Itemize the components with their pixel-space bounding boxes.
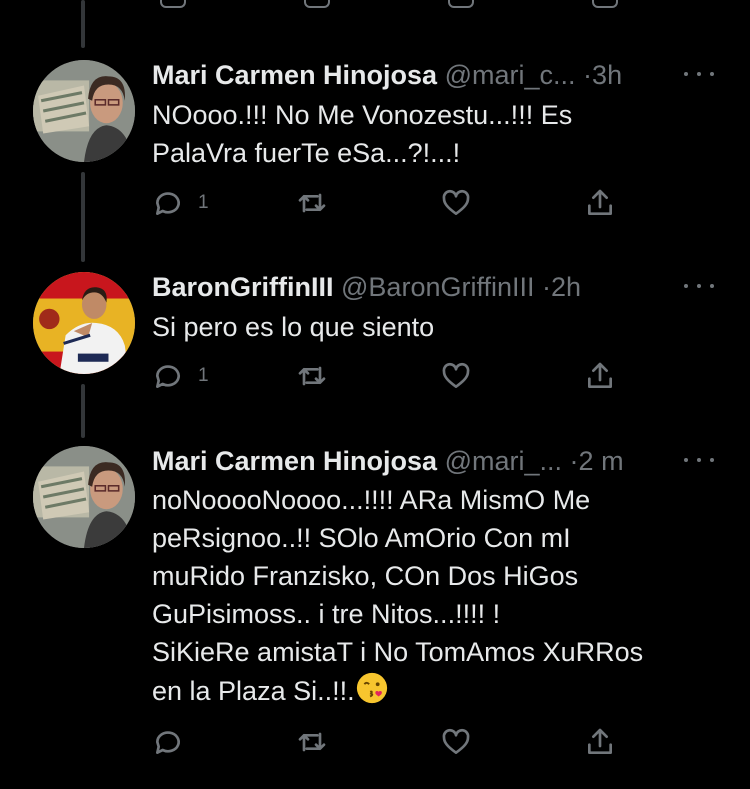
- display-name[interactable]: BaronGriffinIII: [152, 272, 334, 302]
- thread-line: [81, 0, 85, 48]
- reply-button[interactable]: [152, 725, 198, 759]
- user-handle[interactable]: @mari_c...: [445, 60, 576, 90]
- retweet-icon: [298, 366, 326, 386]
- previous-tweet-actions: [152, 0, 632, 8]
- share-button[interactable]: [584, 725, 616, 759]
- reply-count: 1: [198, 365, 209, 386]
- like-icon: [442, 728, 470, 754]
- like-button[interactable]: [440, 186, 486, 220]
- more-icon[interactable]: [684, 64, 714, 84]
- avatar[interactable]: [33, 272, 135, 374]
- display-name[interactable]: Mari Carmen Hinojosa: [152, 60, 437, 90]
- like-icon: [442, 189, 470, 215]
- tweet-actions: 1: [152, 186, 632, 220]
- timestamp[interactable]: 3h: [592, 60, 622, 90]
- timestamp[interactable]: 2 m: [579, 446, 624, 476]
- share-button[interactable]: [584, 359, 616, 393]
- like-button[interactable]: [440, 359, 486, 393]
- thread-line: [81, 172, 85, 262]
- user-handle[interactable]: @mari_...: [445, 446, 562, 476]
- tweet-header: Mari Carmen Hinojosa @mari_... ·2 m: [152, 444, 624, 478]
- timestamp[interactable]: 2h: [551, 272, 581, 302]
- reply-icon[interactable]: [160, 0, 186, 8]
- tweet-actions: 1: [152, 359, 632, 393]
- reply-icon: [155, 731, 180, 754]
- tweet-text: NOooo.!!! No Me Vonozestu...!!! Es PalaV…: [152, 100, 573, 168]
- avatar[interactable]: [33, 446, 135, 548]
- reply-icon: [155, 192, 180, 215]
- tweet-text: noNooooNoooo...!!!! ARa MismO Me peRsign…: [152, 481, 712, 710]
- like-icon: [442, 362, 470, 388]
- reply-button[interactable]: 1: [152, 359, 209, 393]
- retweet-button[interactable]: [296, 186, 342, 220]
- separator-dot: ·: [542, 272, 552, 302]
- tweet-text-body: noNooooNoooo...!!!! ARa MismO Me peRsign…: [152, 485, 644, 706]
- retweet-icon: [298, 193, 326, 213]
- retweet-button[interactable]: [296, 359, 342, 393]
- reply-icon: [155, 365, 180, 388]
- thread-line: [81, 384, 85, 438]
- avatar-photo: [33, 272, 135, 374]
- more-icon[interactable]: [684, 450, 714, 470]
- tweet-header: BaronGriffinIII @BaronGriffinIII ·2h: [152, 270, 581, 304]
- avatar-photo: [33, 446, 135, 548]
- separator-dot: ·: [569, 446, 579, 476]
- tweet-header: Mari Carmen Hinojosa @mari_c... ·3h: [152, 58, 622, 92]
- tweet-actions: [152, 725, 632, 759]
- share-icon: [588, 362, 612, 388]
- display-name[interactable]: Mari Carmen Hinojosa: [152, 446, 437, 476]
- like-button[interactable]: [440, 725, 486, 759]
- retweet-icon: [298, 732, 326, 752]
- reply-button[interactable]: 1: [152, 186, 209, 220]
- reply-count: 1: [198, 192, 209, 213]
- more-icon[interactable]: [684, 276, 714, 296]
- like-icon[interactable]: [448, 0, 474, 8]
- share-icon[interactable]: [592, 0, 618, 8]
- share-icon: [588, 189, 612, 215]
- share-button[interactable]: [584, 186, 616, 220]
- face-blowing-a-kiss-icon: [356, 672, 387, 704]
- tweet-text: Si pero es lo que siento: [152, 312, 435, 342]
- retweet-icon[interactable]: [304, 0, 330, 8]
- retweet-button[interactable]: [296, 725, 342, 759]
- avatar[interactable]: [33, 60, 135, 162]
- share-icon: [588, 728, 612, 754]
- avatar-photo: [33, 60, 135, 162]
- separator-dot: ·: [583, 60, 593, 90]
- user-handle[interactable]: @BaronGriffinIII: [341, 272, 534, 302]
